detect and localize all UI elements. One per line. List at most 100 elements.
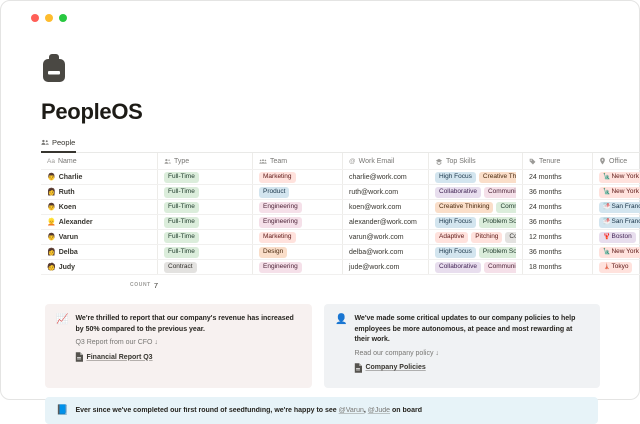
view-tabs: People (41, 138, 640, 153)
tag-icon (529, 158, 536, 165)
email-cell: jude@work.com (343, 260, 429, 274)
type-cell: Full-Time (158, 170, 253, 184)
email-cell: varun@work.com (343, 230, 429, 244)
seedfunding-callout: 📘 Ever since we've completed our first r… (45, 397, 598, 424)
tenure-cell: 18 months (523, 260, 593, 274)
close-button[interactable] (31, 14, 39, 22)
financial-report-link[interactable]: Financial Report Q3 (75, 352, 301, 362)
table-row[interactable]: 🧑Judy Contract Engineering jude@work.com… (41, 260, 640, 275)
office-tag: 🌁San Francisco (599, 202, 640, 213)
skill-tag: High Focus (435, 247, 476, 258)
team-tag: Design (259, 247, 287, 258)
table-row[interactable]: 👩Ruth Full-Time Product ruth@work.com Co… (41, 185, 640, 200)
skill-tag: Collaborative (435, 262, 481, 273)
team-cell: Engineering (253, 215, 343, 229)
office-cell: 🗼Tokyo (593, 260, 640, 274)
team-cell: Product (253, 185, 343, 199)
column-header-type[interactable]: Type (158, 153, 253, 169)
type-tag: Full-Time (164, 187, 199, 198)
avatar: 👱 (47, 219, 56, 226)
office-tag: 🦞Boston (599, 232, 636, 243)
table-row[interactable]: 👨Varun Full-Time Marketing varun@work.co… (41, 230, 640, 245)
window-controls (31, 14, 67, 22)
zoom-button[interactable] (59, 14, 67, 22)
type-tag: Full-Time (164, 172, 199, 183)
office-emoji: 🗽 (603, 174, 610, 180)
column-header-top-skills[interactable]: Top Skills (429, 153, 523, 169)
page-content: PeopleOS People Aa Name Type (1, 1, 639, 424)
seedfunding-message: Ever since we've completed our first rou… (75, 407, 422, 414)
column-header-office[interactable]: Office (593, 153, 640, 169)
office-emoji: 🗼 (603, 264, 610, 270)
office-cell: 🌁San Francisco (593, 215, 640, 229)
skills-cell: High FocusProblem Solving (429, 215, 523, 229)
column-header-name[interactable]: Aa Name (41, 153, 158, 169)
office-cell: 🦞Boston (593, 230, 640, 244)
people-icon (259, 158, 267, 165)
table-row[interactable]: 👨Charlie Full-Time Marketing charlie@wor… (41, 170, 640, 185)
team-tag: Engineering (259, 262, 302, 273)
revenue-callout: 📈 We're thrilled to report that our comp… (45, 304, 312, 388)
skill-tag: Problem Solving (479, 247, 516, 258)
team-tag: Marketing (259, 172, 296, 183)
notion-window: { "window": { "controls": ["close", "min… (0, 0, 640, 400)
type-tag: Full-Time (164, 202, 199, 213)
table-row[interactable]: 👨Koen Full-Time Engineering koen@work.co… (41, 200, 640, 215)
tab-people-label: People (52, 138, 75, 147)
avatar: 👨 (47, 234, 56, 241)
tab-people[interactable]: People (41, 138, 76, 153)
office-cell: 🗽New York (593, 245, 640, 259)
type-tag: Full-Time (164, 232, 199, 243)
team-cell: Engineering (253, 260, 343, 274)
team-cell: Marketing (253, 170, 343, 184)
avatar: 👩 (47, 189, 56, 196)
team-tag: Engineering (259, 202, 302, 213)
column-header-tenure[interactable]: Tenure (523, 153, 593, 169)
office-tag: 🗽New York (599, 187, 640, 198)
table-row[interactable]: 👱Alexander Full-Time Engineering alexand… (41, 215, 640, 230)
skill-tag: Communication (496, 202, 516, 213)
column-header-team[interactable]: Team (253, 153, 343, 169)
type-cell: Full-Time (158, 215, 253, 229)
skill-tag: Collaborative (435, 187, 481, 198)
mention-jude[interactable]: @Jude (368, 407, 390, 414)
avatar: 🧑 (47, 264, 56, 271)
team-cell: Marketing (253, 230, 343, 244)
team-cell: Design (253, 245, 343, 259)
page-icon (75, 352, 83, 362)
tenure-cell: 36 months (523, 245, 593, 259)
minimize-button[interactable] (45, 14, 53, 22)
table-header: Aa Name Type Team @ Work Email (41, 153, 640, 170)
table-count[interactable]: COUNT 7 (41, 279, 158, 291)
type-cell: Full-Time (158, 200, 253, 214)
column-header-work-email[interactable]: @ Work Email (343, 153, 429, 169)
policy-callout: 👤 We've made some critical updates to ou… (324, 304, 600, 388)
office-tag: 🗽New York (599, 247, 640, 258)
skill-tag: Pitching (471, 232, 502, 243)
skill-tag: Creative Thinking (479, 172, 516, 183)
tenure-cell: 12 months (523, 230, 593, 244)
team-cell: Engineering (253, 200, 343, 214)
policy-caption: Read our company policy ↓ (354, 350, 589, 357)
office-emoji: 🗽 (603, 189, 610, 195)
office-cell: 🗽New York (593, 185, 640, 199)
skills-cell: Creative ThinkingCommunication (429, 200, 523, 214)
name-cell: 🧑Judy (41, 260, 158, 274)
company-policies-link[interactable]: Company Policies (354, 363, 589, 373)
revenue-message: We're thrilled to report that our compan… (75, 314, 301, 335)
table-row[interactable]: 👩Delba Full-Time Design delba@work.com H… (41, 245, 640, 260)
pin-icon (599, 157, 606, 165)
type-tag: Full-Time (164, 247, 199, 258)
type-tag: Full-Time (164, 217, 199, 228)
team-tag: Marketing (259, 232, 296, 243)
office-tag: 🗽New York (599, 172, 640, 183)
skills-cell: CollaborativeCommunication (429, 260, 523, 274)
tenure-cell: 24 months (523, 170, 593, 184)
skill-tag: Creative Thinking (435, 202, 493, 213)
name-cell: 👨Varun (41, 230, 158, 244)
callout-row: 📈 We're thrilled to report that our comp… (45, 304, 600, 388)
mention-varun[interactable]: @Varun (339, 407, 364, 414)
office-cell: 🌁San Francisco (593, 200, 640, 214)
type-cell: Full-Time (158, 230, 253, 244)
bust-silhouette-icon: 👤 (335, 314, 347, 325)
